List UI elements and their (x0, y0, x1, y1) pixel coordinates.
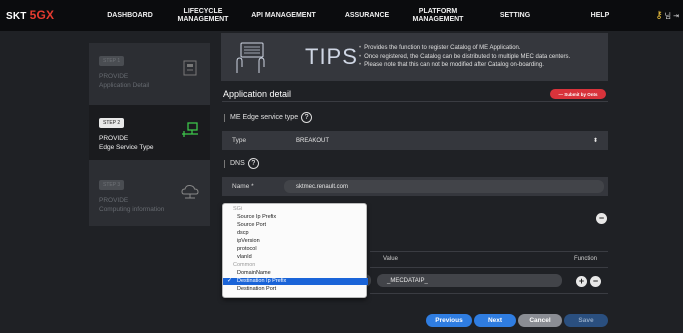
save-button[interactable]: Save (564, 314, 608, 327)
label-bar (224, 113, 225, 122)
dns-name-row: Name * sktmec.renault.com (222, 177, 608, 196)
divider (370, 267, 608, 268)
next-button[interactable]: Next (474, 314, 516, 327)
type-row: Type BREAKOUT ⬍ (222, 131, 608, 150)
nav-lifecycle-management[interactable]: LIFECYCLE MANAGEMENT (172, 0, 234, 31)
top-navigation-bar: SKT 5GX DASHBOARD LIFECYCLE MANAGEMENT A… (0, 0, 683, 31)
step-subtitle: Application Detail (99, 82, 150, 89)
main-nav: DASHBOARD LIFECYCLE MANAGEMENT API MANAG… (100, 0, 620, 31)
step-subtitle: Computing information (99, 206, 165, 213)
help-icon[interactable]: ? (301, 112, 313, 123)
dropdown-group-label: SGi (233, 206, 243, 212)
tips-item: Once registered, the Catalog can be dist… (359, 53, 570, 62)
type-select[interactable]: BREAKOUT ⬍ (284, 134, 604, 147)
brand-text: SKT (6, 11, 27, 22)
dropdown-option[interactable]: Source Port (223, 222, 368, 229)
brand-logo[interactable]: SKT 5GX (6, 8, 54, 22)
nav-label: DASHBOARD (107, 11, 153, 19)
nav-label: LIFECYCLE MANAGEMENT (177, 7, 229, 23)
value-input[interactable]: _MECDATAIP_ (377, 274, 562, 287)
tips-item: Provides the function to register Catalo… (359, 44, 570, 53)
network-icon (182, 122, 198, 137)
key-icon: ⚷ (655, 10, 663, 21)
divider (222, 101, 608, 102)
nav-platform-management[interactable]: PLATFORM MANAGEMENT (405, 0, 471, 31)
tips-title: TIPS (305, 44, 358, 69)
step-tag: STEP 1 (99, 56, 125, 66)
add-row-button[interactable]: + (576, 276, 587, 287)
nav-label: SETTING (499, 11, 531, 19)
checkmark-icon: ✓ (227, 278, 233, 284)
select-arrow-icon: ⬍ (592, 138, 598, 144)
nav-label: API MANAGEMENT (251, 11, 316, 19)
dropdown-group-label: Common (233, 262, 256, 268)
cancel-button[interactable]: Cancel (518, 314, 562, 327)
divider (370, 293, 608, 294)
help-icon[interactable]: ? (247, 158, 259, 169)
dropdown-option[interactable]: ipVersion (223, 238, 368, 245)
brand-mark: 5GX (29, 8, 55, 22)
dropdown-option[interactable]: protocol (223, 246, 368, 253)
tips-list: Provides the function to register Catalo… (359, 44, 570, 70)
dns-name-label: Name * (232, 183, 254, 190)
step-tag: STEP 3 (99, 180, 125, 190)
edge-service-type-label: ME Edge service type ? (224, 112, 313, 123)
previous-button[interactable]: Previous (426, 314, 472, 327)
dns-label: DNS ? (224, 158, 259, 169)
touch-screen-icon (236, 42, 265, 73)
dns-name-input[interactable]: sktmec.renault.com (284, 180, 604, 193)
dns-text: DNS (230, 160, 245, 167)
dropdown-option[interactable]: dscp (223, 230, 368, 237)
remove-section-button[interactable]: − (596, 213, 607, 224)
nav-api-management[interactable]: API MANAGEMENT (246, 0, 321, 31)
step-tag: STEP 2 (99, 118, 125, 128)
value-column-header: Value (383, 256, 398, 262)
tips-panel: TIPS Provides the function to register C… (221, 33, 608, 81)
remove-row-button[interactable]: − (590, 276, 601, 287)
step-item-computing-information[interactable]: STEP 3 PROVIDE Computing information (89, 167, 210, 222)
dropdown-option[interactable]: Destination Port (223, 286, 368, 293)
main-content: STEP 1 PROVIDE Application Detail STEP 2… (0, 31, 683, 333)
user-name: 님 (664, 12, 672, 20)
dropdown-option-label: Destination Ip Prefix (237, 278, 287, 284)
nav-label: HELP (590, 11, 610, 19)
step-item-edge-service-type[interactable]: STEP 2 PROVIDE Edge Service Type (89, 105, 210, 160)
nav-help[interactable]: HELP (585, 0, 615, 31)
dropdown-option[interactable]: DomainName (223, 270, 368, 277)
type-label: Type (232, 137, 247, 144)
key-dropdown-menu: SGi Source Ip Prefix Source Port dscp ip… (222, 203, 368, 298)
nav-label: PLATFORM MANAGEMENT (412, 7, 464, 23)
nav-setting[interactable]: SETTING (490, 0, 540, 31)
dropdown-option-selected[interactable]: ✓ Destination Ip Prefix (223, 278, 368, 286)
divider (370, 251, 608, 252)
tips-item: Please note that this can not be modifie… (359, 61, 570, 70)
step-subtitle: Edge Service Type (99, 144, 154, 151)
dropdown-option[interactable]: vlanId (223, 254, 368, 261)
function-column-header: Function (574, 256, 598, 262)
nav-label: ASSURANCE (344, 11, 390, 19)
logout-icon[interactable]: ⇥ (673, 12, 679, 20)
dropdown-option[interactable]: Source Ip Prefix (223, 214, 368, 221)
nav-assurance[interactable]: ASSURANCE (337, 0, 397, 31)
edge-service-type-text: ME Edge service type (230, 114, 299, 121)
step-list: STEP 1 PROVIDE Application Detail STEP 2… (89, 43, 210, 226)
section-title: Application detail (223, 89, 292, 99)
cloud-icon (181, 184, 199, 199)
application-icon (183, 60, 197, 76)
step-item-application-detail[interactable]: STEP 1 PROVIDE Application Detail (89, 43, 210, 98)
type-value: BREAKOUT (296, 137, 330, 144)
label-bar (224, 159, 225, 168)
nav-dashboard[interactable]: DASHBOARD (100, 0, 160, 31)
user-menu[interactable]: ⚷ 님 ⇥ (655, 10, 679, 21)
submit-badge[interactable]: — Submit by Onts (550, 89, 606, 99)
